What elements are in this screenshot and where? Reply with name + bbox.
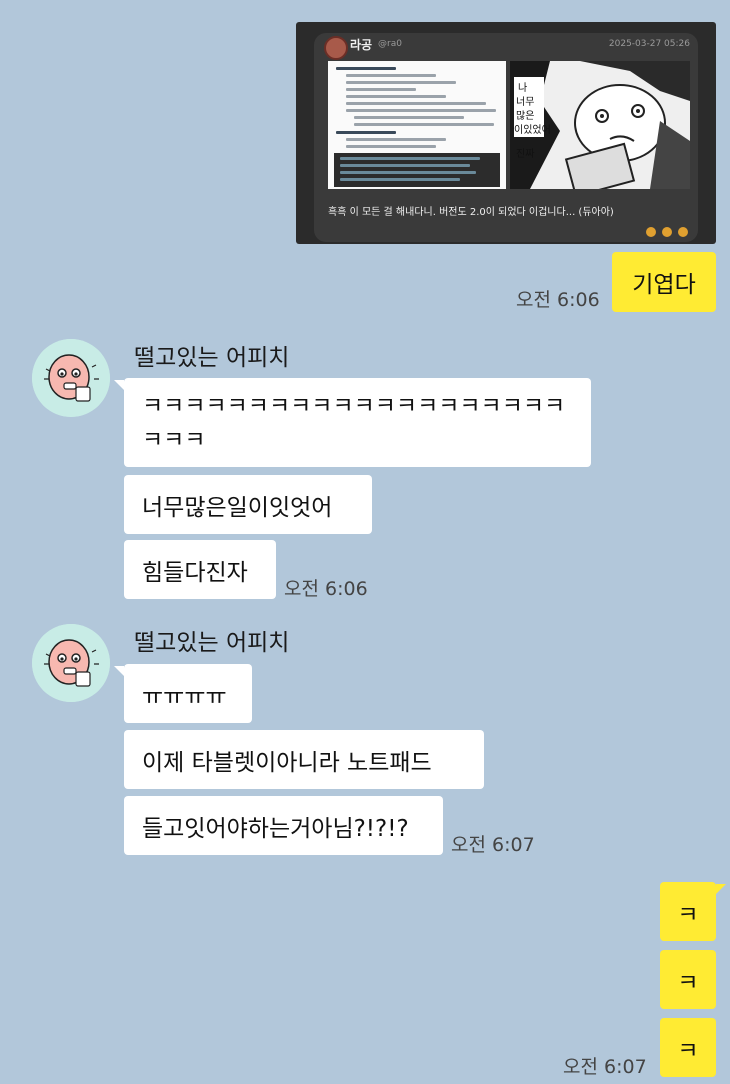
my-message-bubble[interactable]: ㅋ — [660, 882, 716, 941]
message-bubble[interactable]: 힘들다진자 — [124, 540, 276, 599]
message-bubble[interactable]: 이제 타블렛이아니라 노트패드 — [124, 730, 484, 789]
shared-image-message[interactable]: 라공 @ra0 2025-03-27 05:26 나 너무 많은 이있었어 진짜… — [296, 22, 716, 244]
post-caption: 흑흑 이 모든 걸 해내다니. 버전도 2.0이 되었다 이겁니다... (듀아… — [328, 207, 614, 218]
message-text-line: ㅋㅋㅋㅋㅋㅋㅋㅋㅋㅋㅋㅋㅋㅋㅋㅋㅋㅋㅋㅋ — [142, 392, 566, 419]
my-message-bubble[interactable]: ㅋ — [660, 1018, 716, 1077]
post-document-image — [328, 61, 506, 189]
svg-text:나: 나 — [518, 82, 527, 94]
comment-icon[interactable] — [646, 227, 656, 237]
bubble-tail — [114, 380, 124, 390]
message-bubble[interactable]: ㅠㅠㅠㅠ — [124, 664, 252, 723]
my-message-bubble[interactable]: ㅋ — [660, 950, 716, 1009]
avatar[interactable] — [32, 624, 110, 702]
bubble-tail — [716, 884, 726, 894]
svg-text:진짜: 진짜 — [516, 148, 534, 160]
code-snippet — [334, 153, 500, 187]
repost-icon[interactable] — [662, 227, 672, 237]
post-date: 2025-03-27 05:26 — [608, 39, 690, 49]
message-time: 오전 6:07 — [563, 1056, 647, 1078]
sender-name: 떨고있는 어피치 — [134, 345, 290, 371]
message-time: 오전 6:06 — [284, 578, 368, 600]
message-bubble[interactable]: ㅋㅋㅋㅋㅋㅋㅋㅋㅋㅋㅋㅋㅋㅋㅋㅋㅋㅋㅋㅋ ㅋㅋㅋ — [124, 378, 591, 467]
post-manga-image: 나 너무 많은 이있었어 진짜 — [510, 61, 690, 189]
svg-text:너무: 너무 — [516, 96, 534, 108]
my-message-bubble[interactable]: 기엽다 — [612, 252, 716, 312]
apeach-face-icon — [32, 624, 110, 702]
post-author-handle: @ra0 — [378, 39, 402, 49]
sender-name: 떨고있는 어피치 — [134, 630, 290, 656]
shared-post-card: 라공 @ra0 2025-03-27 05:26 나 너무 많은 이있었어 진짜… — [314, 33, 698, 242]
avatar[interactable] — [32, 339, 110, 417]
svg-text:이있었어: 이있었어 — [514, 124, 551, 136]
message-bubble[interactable]: 너무많은일이잇엇어 — [124, 475, 372, 534]
trash-icon[interactable] — [678, 227, 688, 237]
message-time: 오전 6:06 — [516, 289, 600, 311]
bubble-tail — [114, 666, 124, 676]
svg-text:많은: 많은 — [516, 110, 534, 122]
message-bubble[interactable]: 들고잇어야하는거아님?!?!? — [124, 796, 443, 855]
post-author-name: 라공 — [350, 38, 373, 52]
message-time: 오전 6:07 — [451, 834, 535, 856]
apeach-face-icon — [32, 339, 110, 417]
post-actions — [646, 227, 688, 237]
message-text-line: ㅋㅋㅋ — [142, 426, 206, 453]
post-author-avatar — [324, 36, 348, 60]
